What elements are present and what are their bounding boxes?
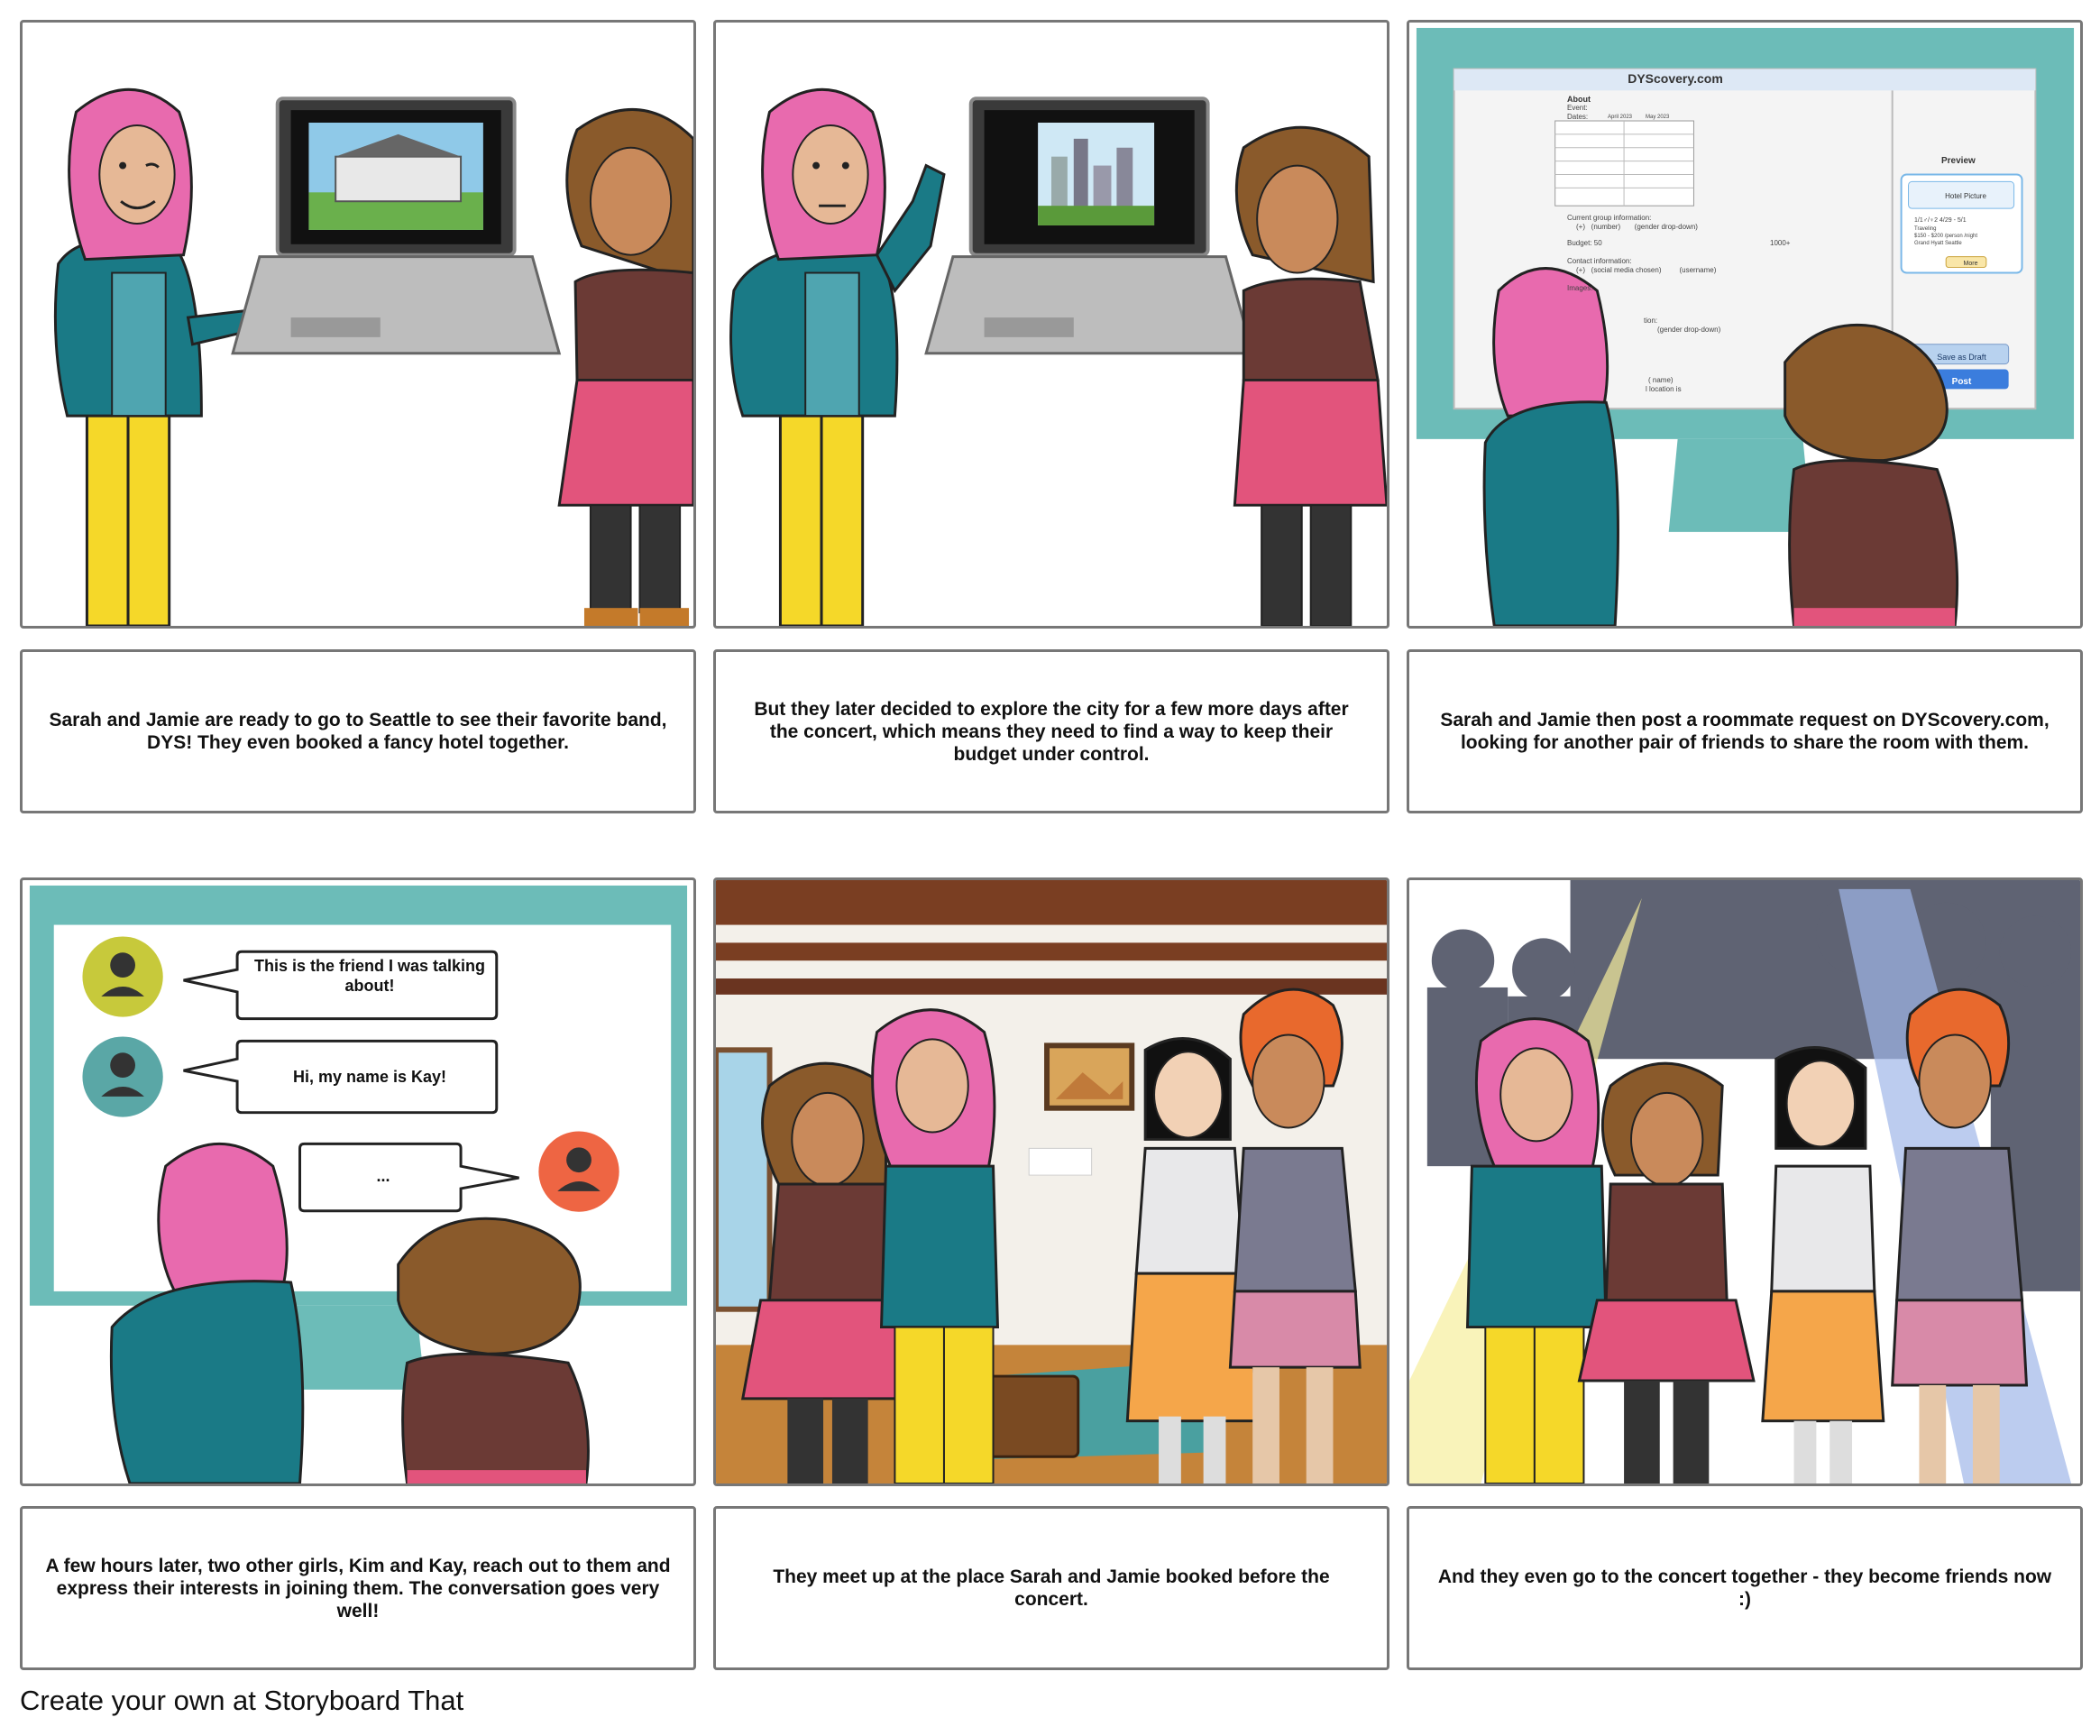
event-label: Event: bbox=[1567, 104, 1588, 112]
panel-2-image bbox=[713, 20, 1389, 629]
contact-fields[interactable]: (+) (social media chosen) (username) bbox=[1576, 266, 1716, 274]
laptop-icon bbox=[231, 96, 562, 355]
dates-label: Dates: bbox=[1567, 113, 1589, 121]
laptop-icon bbox=[924, 96, 1255, 355]
sarah-character bbox=[53, 87, 271, 626]
jamie-character bbox=[1233, 125, 1387, 626]
caption-3-text: Sarah and Jamie then post a roommate req… bbox=[1440, 710, 2050, 753]
avatar-kay bbox=[82, 1036, 163, 1117]
caption-4-text: A few hours later, two other girls, Kim … bbox=[45, 1555, 671, 1621]
caption-3: Sarah and Jamie then post a roommate req… bbox=[1407, 649, 2083, 813]
about-label: About bbox=[1567, 95, 1591, 104]
preview-line1: 1/1♂/♀2 4/29 - 5/1 bbox=[1914, 217, 1967, 224]
preview-line2: Traveling bbox=[1914, 226, 1937, 232]
caption-5: They meet up at the place Sarah and Jami… bbox=[713, 1506, 1389, 1670]
suitcase-icon bbox=[978, 1374, 1080, 1458]
group-fields[interactable]: (+) (number) (gender drop-down) bbox=[1576, 223, 1698, 231]
gender-partial: (gender drop-down) bbox=[1657, 326, 1721, 334]
images-label: Images: bbox=[1567, 284, 1593, 292]
website-title: DYScovery.com bbox=[1628, 71, 1723, 86]
chat-message-1: This is the friend I was talking about! bbox=[253, 957, 486, 995]
preview-line3: $150 - $200 /person /night bbox=[1914, 234, 1978, 239]
avatar-kim bbox=[82, 936, 163, 1017]
avatar-user bbox=[538, 1131, 619, 1212]
panel-4-image: This is the friend I was talking about! … bbox=[20, 877, 696, 1486]
jamie-back bbox=[1784, 323, 1959, 626]
save-draft-button[interactable]: Save as Draft bbox=[1910, 353, 2013, 362]
month1-label: April 2023 bbox=[1608, 115, 1633, 120]
month2-label: May 2023 bbox=[1646, 115, 1670, 120]
preview-more-button[interactable]: More bbox=[1950, 261, 1991, 267]
sarah-character bbox=[729, 87, 946, 626]
budget-label: Budget: 50 bbox=[1567, 239, 1602, 247]
caption-6-text: And they even go to the concert together… bbox=[1437, 1566, 2052, 1610]
panel-5-image bbox=[713, 877, 1389, 1486]
caption-2: But they later decided to explore the ci… bbox=[713, 649, 1389, 813]
caption-1: Sarah and Jamie are ready to go to Seatt… bbox=[20, 649, 696, 813]
jamie-character bbox=[557, 107, 693, 626]
chat-message-2: Hi, my name is Kay! bbox=[292, 1068, 447, 1086]
budget-max: 1000+ bbox=[1770, 239, 1791, 247]
location-partial: l location is bbox=[1646, 385, 1682, 393]
group-info-label: Current group information: bbox=[1567, 214, 1652, 222]
caption-6: And they even go to the concert together… bbox=[1407, 1506, 2083, 1670]
caption-5-text: They meet up at the place Sarah and Jami… bbox=[773, 1566, 1330, 1610]
chat-message-3: ... bbox=[376, 1167, 390, 1185]
panel-6-image bbox=[1407, 877, 2083, 1486]
contact-label: Contact information: bbox=[1567, 257, 1632, 265]
caption-1-text: Sarah and Jamie are ready to go to Seatt… bbox=[49, 710, 667, 753]
panel-1-image bbox=[20, 20, 696, 629]
post-button[interactable]: Post bbox=[1910, 377, 2013, 387]
preview-title: Preview bbox=[1941, 156, 1976, 166]
preview-line4: Grand Hyatt Seattle bbox=[1914, 241, 1962, 246]
sarah-back bbox=[1482, 267, 1619, 626]
panel-3-image: DYScovery.com About Event: Dates: April … bbox=[1407, 20, 2083, 629]
jamie-back bbox=[397, 1217, 590, 1483]
info-partial: tion: bbox=[1644, 317, 1658, 325]
storyboard-that-footer-link[interactable]: Create your own at Storyboard That bbox=[20, 1685, 463, 1717]
preview-hotel-picture: Hotel Picture bbox=[1945, 192, 1986, 200]
caption-4: A few hours later, two other girls, Kim … bbox=[20, 1506, 696, 1670]
name-partial: ( name) bbox=[1648, 376, 1674, 384]
kim-character bbox=[1761, 1046, 1885, 1483]
caption-2-text: But they later decided to explore the ci… bbox=[754, 698, 1349, 765]
